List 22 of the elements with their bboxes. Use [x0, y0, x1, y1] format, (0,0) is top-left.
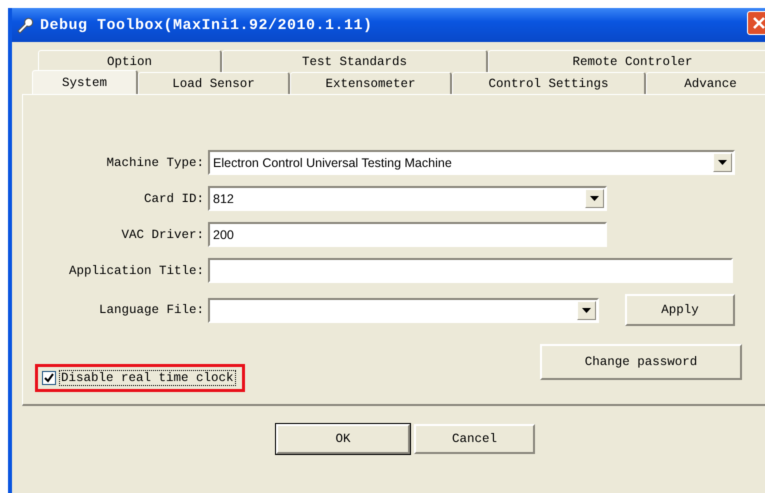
input-field[interactable]: 200	[208, 222, 607, 247]
tab[interactable]: Extensometer	[290, 72, 452, 94]
tab[interactable]: System	[32, 70, 138, 94]
field-label: VAC Driver:	[120, 228, 205, 242]
field-label: Application Title:	[68, 264, 205, 278]
tab[interactable]: Option	[38, 50, 222, 72]
cancel-button[interactable]: Cancel	[414, 424, 535, 454]
field-label: Language File:	[98, 303, 205, 317]
tab[interactable]: Test Standards	[222, 50, 488, 72]
window-title: Debug Toolbox(MaxIni1.92/2010.1.11)	[40, 16, 373, 34]
combo-box[interactable]: Electron Control Universal Testing Machine	[208, 150, 735, 175]
tab[interactable]: Advance	[646, 72, 765, 94]
combo-box[interactable]: 812	[208, 186, 607, 211]
checkbox-label: Disable real time clock	[59, 370, 236, 386]
tab[interactable]: Control Settings	[452, 72, 646, 94]
field-label: Machine Type:	[105, 156, 205, 170]
tab[interactable]: Remote Controler	[488, 50, 765, 72]
tab[interactable]: Load Sensor	[138, 72, 290, 94]
ok-button[interactable]: OK	[276, 424, 410, 454]
apply-button[interactable]: Apply	[625, 294, 735, 326]
change-password-button[interactable]: Change password	[540, 344, 742, 380]
field-label: Card ID:	[142, 192, 205, 206]
